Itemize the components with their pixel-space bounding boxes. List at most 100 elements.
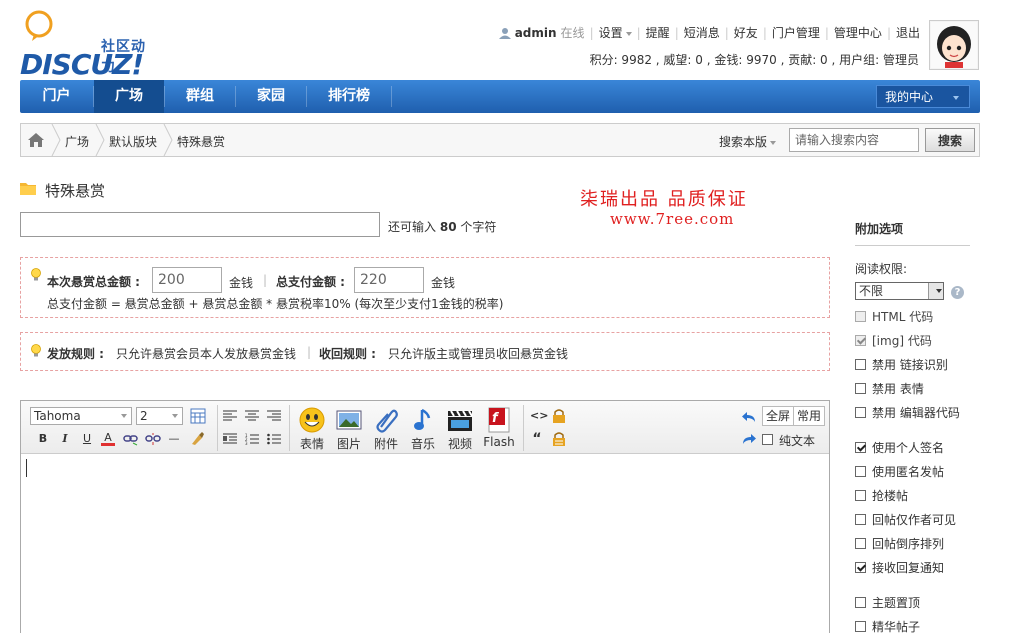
folder-icon: [20, 183, 36, 195]
link-icon[interactable]: [123, 432, 139, 446]
emoticon-button[interactable]: 表情: [295, 407, 329, 452]
reward-pay-input: 220: [354, 267, 424, 293]
nav-item-groups[interactable]: 群组: [165, 80, 235, 113]
admin-center-link[interactable]: 管理中心: [834, 24, 882, 41]
video-button[interactable]: 视频: [443, 407, 477, 452]
hide-content-icon[interactable]: [552, 431, 566, 447]
option-checkbox[interactable]: [855, 597, 866, 608]
search-button[interactable]: 搜索: [925, 128, 975, 152]
image-button[interactable]: 图片: [332, 407, 366, 452]
music-button[interactable]: 音乐: [406, 407, 440, 452]
option-5[interactable]: 使用个人签名: [855, 439, 944, 455]
option-2[interactable]: 禁用 链接识别: [855, 356, 948, 372]
option-11[interactable]: 主题置顶: [855, 594, 920, 610]
option-checkbox[interactable]: [855, 359, 866, 370]
align-right-icon[interactable]: [267, 410, 281, 422]
option-checkbox[interactable]: [855, 562, 866, 573]
nav-item-plaza[interactable]: 广场: [94, 80, 164, 113]
option-checkbox[interactable]: [855, 383, 866, 394]
table-icon[interactable]: [190, 408, 206, 424]
recycle-rule-label: 收回规则 :: [319, 347, 376, 361]
chevron-down-icon: [172, 414, 178, 418]
avatar[interactable]: [929, 20, 979, 70]
option-3[interactable]: 禁用 表情: [855, 380, 924, 396]
read-permission-select[interactable]: 不限: [855, 282, 944, 300]
messages-link[interactable]: 短消息: [684, 24, 720, 41]
option-checkbox[interactable]: [855, 466, 866, 477]
paperclip-icon: [376, 409, 398, 433]
option-9[interactable]: 回帖倒序排列: [855, 535, 944, 551]
quote-button[interactable]: “: [530, 432, 544, 446]
crumb-separator-icon: [51, 124, 61, 156]
home-icon[interactable]: [27, 132, 45, 148]
attachment-button[interactable]: 附件: [369, 407, 403, 452]
undo-icon[interactable]: [741, 410, 757, 424]
ordered-list-icon[interactable]: 123: [245, 433, 259, 445]
crumb-separator-icon: [163, 124, 173, 156]
plain-text-checkbox[interactable]: [762, 434, 773, 445]
option-checkbox[interactable]: [855, 514, 866, 525]
top-user-nav: admin 在线 | 设置 | 提醒 | 短消息 | 好友 | 门户管理 | 管…: [498, 24, 920, 41]
flash-button[interactable]: f Flash: [480, 407, 518, 449]
reward-total-label: 本次悬赏总金额 :: [47, 275, 140, 289]
nav-item-ranking[interactable]: 排行榜: [307, 80, 391, 113]
logo-brand: DISCUZ!: [20, 48, 144, 81]
editor-toolbar: Tahoma 2 B I U A — 123 表情 图片 附件 音乐 视频 f …: [21, 401, 829, 454]
reward-total-input[interactable]: 200: [152, 267, 222, 293]
search-input[interactable]: [789, 128, 919, 152]
reward-formula: 总支付金额 = 悬赏总金额 + 悬赏总金额 * 悬赏税率10% (每次至少支付1…: [47, 297, 504, 311]
option-6[interactable]: 使用匿名发帖: [855, 463, 944, 479]
reward-rules-box: 发放规则 : 只允许悬赏会员本人发放悬赏金钱 | 收回规则 : 只允许版主或管理…: [20, 332, 830, 371]
read-permission-label: 阅读权限:: [855, 262, 908, 276]
align-center-icon[interactable]: [245, 410, 259, 422]
option-label: HTML 代码: [872, 310, 934, 324]
underline-button[interactable]: U: [80, 432, 94, 446]
font-family-select[interactable]: Tahoma: [30, 407, 132, 425]
float-icon[interactable]: [223, 433, 237, 445]
crumb-default-forum[interactable]: 默认版块: [109, 133, 157, 150]
discuz-logo[interactable]: 社区动力 DISCUZ!: [20, 8, 160, 81]
bold-button[interactable]: B: [36, 432, 50, 446]
crumb-plaza[interactable]: 广场: [65, 133, 89, 150]
font-size-select[interactable]: 2: [136, 407, 183, 425]
unlink-icon[interactable]: [145, 432, 161, 446]
option-8[interactable]: 回帖仅作者可见: [855, 511, 956, 527]
nav-item-home[interactable]: 家园: [236, 80, 306, 113]
help-icon[interactable]: ?: [951, 286, 964, 299]
reward-amount-box: 本次悬赏总金额 : 200 金钱 | 总支付金额 : 220 金钱 总支付金额 …: [20, 257, 830, 318]
option-checkbox[interactable]: [855, 621, 866, 632]
horizontal-rule-button[interactable]: —: [167, 432, 181, 446]
my-center-dropdown[interactable]: 我的中心: [876, 85, 970, 108]
clear-format-icon[interactable]: [189, 431, 205, 447]
option-1: [img] 代码: [855, 332, 932, 348]
portal-admin-link[interactable]: 门户管理: [772, 24, 820, 41]
option-10[interactable]: 接收回复通知: [855, 559, 944, 575]
reminder-link[interactable]: 提醒: [646, 24, 670, 41]
promo-url: www.7ree.com: [610, 210, 735, 228]
lock-icon[interactable]: [552, 408, 566, 424]
text-cursor: [26, 459, 27, 477]
fullscreen-button[interactable]: 全屏: [762, 406, 795, 426]
nav-item-portal[interactable]: 门户: [20, 80, 93, 113]
subject-input[interactable]: [20, 212, 380, 237]
unordered-list-icon[interactable]: [267, 433, 281, 445]
friends-link[interactable]: 好友: [734, 24, 758, 41]
flash-icon: f: [488, 407, 510, 433]
redo-icon[interactable]: [741, 432, 757, 446]
common-mode-button[interactable]: 常用: [793, 406, 826, 426]
code-button[interactable]: <>: [530, 409, 548, 423]
logout-link[interactable]: 退出: [896, 24, 920, 41]
align-left-icon[interactable]: [223, 410, 237, 422]
option-checkbox[interactable]: [855, 490, 866, 501]
italic-button[interactable]: I: [58, 432, 72, 446]
option-checkbox[interactable]: [855, 407, 866, 418]
option-checkbox[interactable]: [855, 538, 866, 549]
option-12[interactable]: 精华帖子: [855, 618, 920, 633]
option-4[interactable]: 禁用 编辑器代码: [855, 404, 960, 420]
username-link[interactable]: admin: [515, 26, 557, 40]
search-scope-dropdown[interactable]: 搜索本版: [719, 133, 777, 150]
option-7[interactable]: 抢楼帖: [855, 487, 908, 503]
font-color-button[interactable]: A: [101, 431, 115, 446]
settings-link[interactable]: 设置: [599, 24, 632, 41]
option-checkbox[interactable]: [855, 442, 866, 453]
